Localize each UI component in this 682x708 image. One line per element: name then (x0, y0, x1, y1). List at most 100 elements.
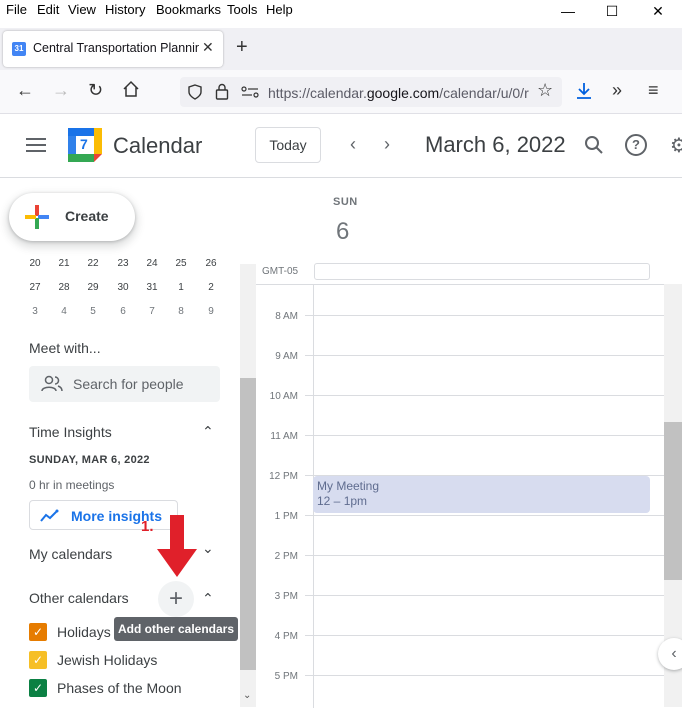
day-view: SUN 6 GMT-05 8 AM 9 AM 10 AM 11 AM 12 PM… (256, 178, 682, 708)
mini-calendar-day[interactable]: 22 (78, 258, 108, 269)
mini-calendar-day[interactable]: 20 (20, 258, 50, 269)
mini-calendar-day[interactable]: 27 (20, 282, 50, 293)
menu-tools[interactable]: Tools (227, 2, 257, 17)
scroll-down-icon[interactable]: ⌄ (243, 690, 251, 701)
mini-calendar-week: 27 28 29 30 31 1 2 (20, 282, 230, 306)
calendar-item-jewish-holidays[interactable]: ✓ Jewish Holidays (29, 649, 229, 671)
menu-bookmarks[interactable]: Bookmarks (156, 2, 221, 17)
maximize-icon[interactable]: ☐ (590, 0, 634, 22)
home-icon[interactable] (122, 80, 140, 103)
more-insights-button[interactable]: More insights (29, 500, 178, 530)
checkbox-checked-icon[interactable]: ✓ (29, 651, 47, 669)
expand-my-calendars-chevron-icon[interactable]: ⌄ (202, 540, 214, 557)
mini-calendar-day[interactable]: 3 (20, 306, 50, 317)
main-menu-icon[interactable] (26, 137, 46, 153)
mini-calendar-week: 3 4 5 6 7 8 9 (20, 306, 230, 330)
people-search-input[interactable]: Search for people (29, 366, 220, 402)
insights-date: SUNDAY, MAR 6, 2022 (29, 454, 150, 466)
lock-icon[interactable] (215, 83, 229, 100)
my-calendars-heading[interactable]: My calendars (29, 546, 112, 562)
new-tab-icon[interactable]: + (236, 36, 248, 59)
people-icon (41, 375, 63, 392)
today-button[interactable]: Today (255, 127, 321, 163)
menu-view[interactable]: View (68, 2, 96, 17)
menu-history[interactable]: History (105, 2, 145, 17)
download-icon[interactable] (576, 82, 592, 100)
red-arrow-annotation-icon (157, 515, 197, 577)
mini-calendar-day[interactable]: 5 (78, 306, 108, 317)
mini-calendar-day[interactable]: 30 (108, 282, 138, 293)
address-bar[interactable]: https://calendar.google.com/calendar/u/0… (180, 77, 562, 107)
mini-calendar-day[interactable]: 8 (166, 306, 196, 317)
hour-line (305, 355, 665, 356)
app-title: Calendar (113, 133, 203, 158)
overflow-chevrons-icon[interactable]: » (612, 80, 622, 101)
previous-day-icon[interactable]: ‹ (350, 134, 356, 155)
calendar-logo[interactable]: 7 (68, 128, 102, 162)
menu-bar: File Edit View History Bookmarks Tools H… (0, 0, 682, 22)
checkbox-checked-icon[interactable]: ✓ (29, 679, 47, 697)
create-plus-icon (25, 205, 49, 229)
add-other-calendars-button[interactable]: + (158, 581, 194, 617)
collapse-insights-chevron-icon[interactable]: ⌄ (202, 422, 214, 439)
timezone-label: GMT-05 (262, 266, 299, 277)
close-window-icon[interactable]: ✕ (636, 0, 680, 22)
event-my-meeting[interactable]: My Meeting 12 – 1pm (313, 476, 650, 513)
menu-edit[interactable]: Edit (37, 2, 59, 17)
hour-label: 9 AM (275, 351, 298, 362)
hour-label: 1 PM (274, 511, 298, 522)
minimize-icon[interactable]: — (546, 0, 590, 22)
back-icon[interactable]: ← (16, 80, 34, 101)
create-button[interactable]: Create (9, 193, 135, 241)
hamburger-menu-icon[interactable]: ≡ (648, 80, 659, 101)
day-view-scrollbar-thumb[interactable] (664, 422, 682, 580)
checkbox-checked-icon[interactable]: ✓ (29, 623, 47, 641)
browser-tab[interactable]: 31 Central Transportation Planning ✕ (3, 31, 223, 67)
insights-meetings: 0 hr in meetings (29, 478, 115, 492)
hour-line (305, 395, 665, 396)
show-side-panel-chevron-icon[interactable]: ‹ (658, 638, 682, 670)
mini-calendar-day[interactable]: 26 (196, 258, 226, 269)
step-annotation-label: 1. (141, 518, 154, 535)
calendar-item-phases-of-the-moon[interactable]: ✓ Phases of the Moon (29, 677, 229, 699)
day-number[interactable]: 6 (336, 218, 349, 246)
mini-calendar-day[interactable]: 4 (49, 306, 79, 317)
mini-calendar-day[interactable]: 2 (196, 282, 226, 293)
menu-help[interactable]: Help (266, 2, 293, 17)
hour-label: 8 AM (275, 311, 298, 322)
settings-gear-icon[interactable]: ⚙ (670, 133, 682, 158)
insights-chart-icon (40, 509, 59, 522)
tab-close-icon[interactable]: ✕ (202, 39, 214, 56)
other-calendars-heading[interactable]: Other calendars (29, 590, 129, 606)
mini-calendar-day[interactable]: 28 (49, 282, 79, 293)
mini-calendar-day[interactable]: 7 (137, 306, 167, 317)
all-day-row[interactable] (314, 263, 650, 280)
calendar-label: Holidays (57, 624, 111, 640)
mini-calendar-day[interactable]: 23 (108, 258, 138, 269)
search-icon[interactable] (584, 135, 604, 155)
hour-line (305, 595, 665, 596)
mini-calendar-day[interactable]: 31 (137, 282, 167, 293)
help-icon[interactable]: ? (625, 134, 647, 156)
mini-calendar-day[interactable]: 9 (196, 306, 226, 317)
time-insights-heading[interactable]: Time Insights (29, 424, 112, 440)
mini-calendar-day[interactable]: 6 (108, 306, 138, 317)
mini-calendar-day[interactable]: 21 (49, 258, 79, 269)
reload-icon[interactable]: ↻ (88, 80, 103, 101)
mini-calendar-day[interactable]: 25 (166, 258, 196, 269)
navigation-bar: ← → ↻ https://calendar.google.com/calend… (0, 70, 682, 114)
mini-calendar-day[interactable]: 1 (166, 282, 196, 293)
url-text: https://calendar.google.com/calendar/u/0… (268, 85, 529, 101)
mini-calendar-week: 20 21 22 23 24 25 26 (20, 258, 230, 282)
sidebar-scrollbar-thumb[interactable] (240, 378, 256, 670)
forward-icon[interactable]: → (52, 80, 70, 101)
shield-icon[interactable] (188, 84, 202, 100)
collapse-other-calendars-chevron-icon[interactable]: ⌄ (202, 589, 214, 606)
bookmark-star-icon[interactable]: ☆ (537, 80, 553, 101)
menu-file[interactable]: File (6, 2, 27, 17)
mini-calendar-day[interactable]: 24 (137, 258, 167, 269)
permissions-icon[interactable] (241, 86, 259, 98)
mini-calendar-day[interactable]: 29 (78, 282, 108, 293)
next-day-icon[interactable]: › (384, 134, 390, 155)
time-grid[interactable]: 8 AM 9 AM 10 AM 11 AM 12 PM 1 PM 2 PM 3 … (256, 284, 682, 708)
